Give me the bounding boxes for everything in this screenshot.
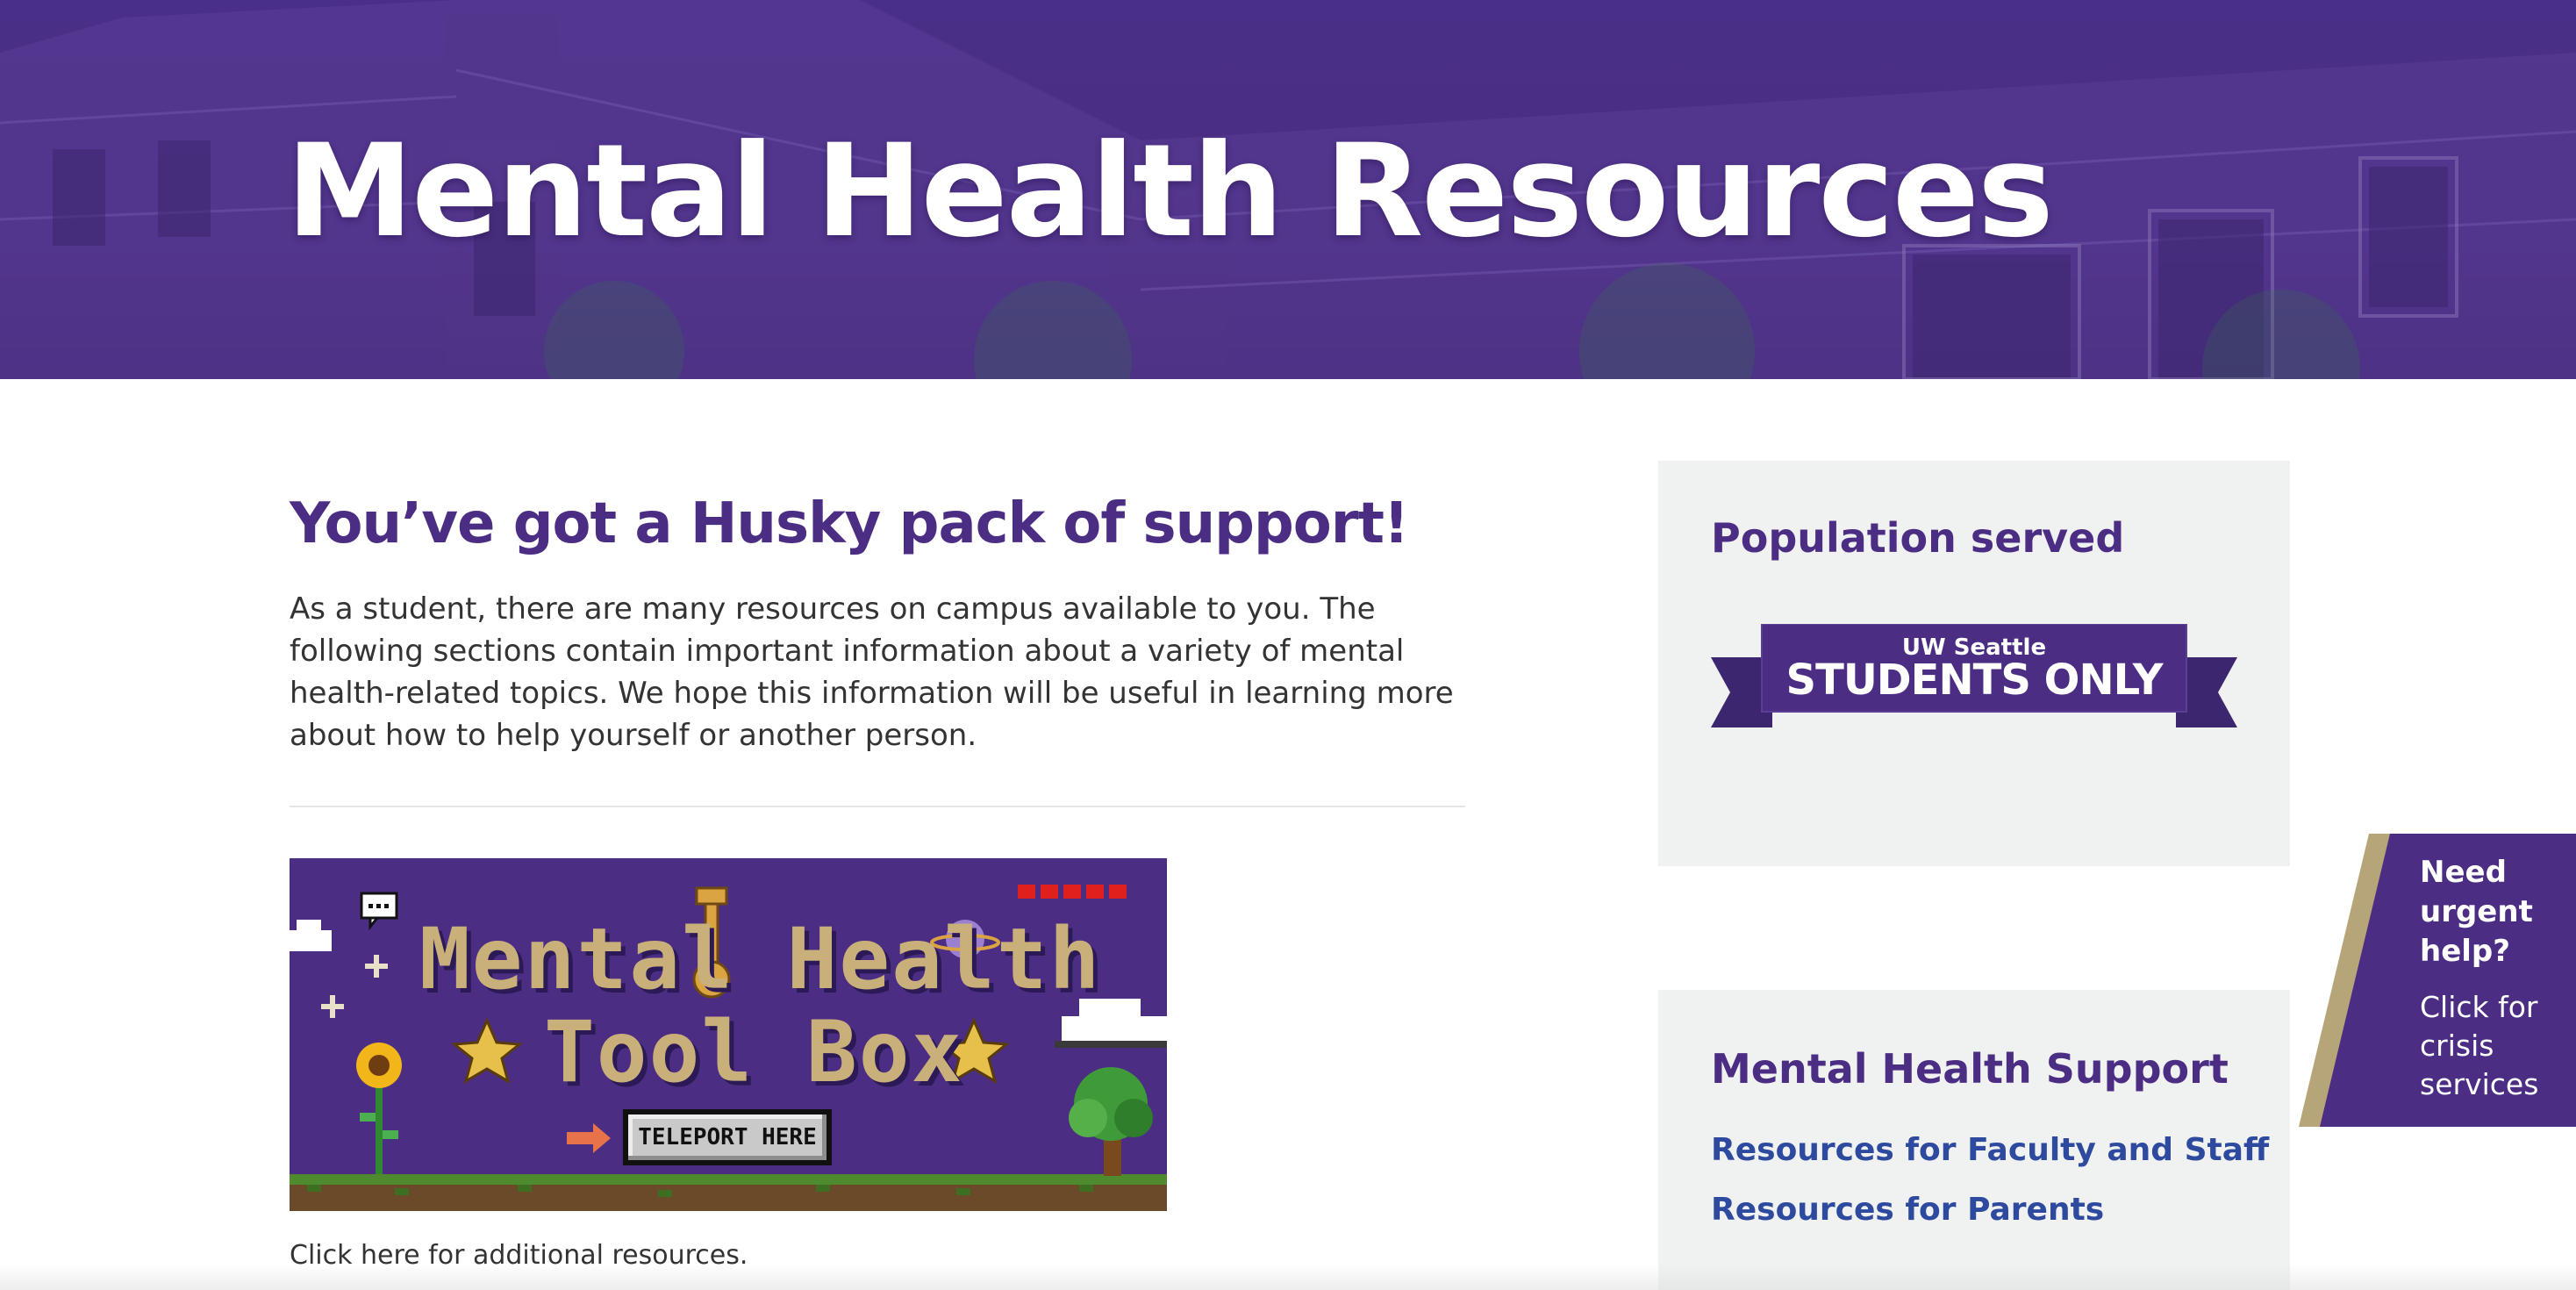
link-parent-resources[interactable]: Resources for Parents: [1711, 1188, 2104, 1232]
toolbox-title-line1: Mental Health: [419, 910, 1102, 1008]
arrow-icon: [567, 1123, 611, 1153]
link-faculty-staff-resources[interactable]: Resources for Faculty and Staff: [1711, 1129, 2269, 1172]
hearts-icon: [1018, 885, 1127, 899]
ribbon-audience-label: STUDENTS ONLY: [1785, 656, 2164, 705]
sparkle-icon: [321, 955, 388, 1018]
toolbox-title-line2: Tool Box: [544, 1003, 964, 1101]
mental-health-support-card: Mental Health Support Resources for Facu…: [1658, 990, 2290, 1290]
urgent-help-tab[interactable]: Need urgent help? Click for crisis servi…: [2299, 834, 2576, 1127]
urgent-help-heading: Need urgent help?: [2420, 855, 2533, 969]
sunflower-icon: [356, 1043, 402, 1174]
students-only-ribbon: UW Seattle STUDENTS ONLY: [1711, 623, 2237, 729]
speech-bubble-icon: [360, 892, 398, 931]
intro-heading: You’ve got a Husky pack of support!: [290, 491, 1409, 556]
teleport-here-button[interactable]: TELEPORT HERE: [623, 1109, 832, 1165]
toolbox-caption: Click here for additional resources.: [290, 1240, 748, 1271]
mental-health-toolbox-banner[interactable]: Mental Health Tool Box TELEPORT HERE: [290, 858, 1167, 1211]
tree-icon: [1069, 1067, 1153, 1176]
population-served-card: Population served UW Seattle STUDENTS ON…: [1658, 461, 2290, 866]
mental-health-support-heading: Mental Health Support: [1711, 1045, 2229, 1093]
intro-paragraph: As a student, there are many resources o…: [290, 591, 1454, 753]
hero-banner: Mental Health Resources: [0, 0, 2576, 379]
page-title: Mental Health Resources: [286, 117, 2054, 266]
urgent-help-subtext: Click for crisis services: [2420, 990, 2539, 1101]
population-served-heading: Population served: [1711, 514, 2125, 562]
section-divider: [290, 806, 1465, 807]
